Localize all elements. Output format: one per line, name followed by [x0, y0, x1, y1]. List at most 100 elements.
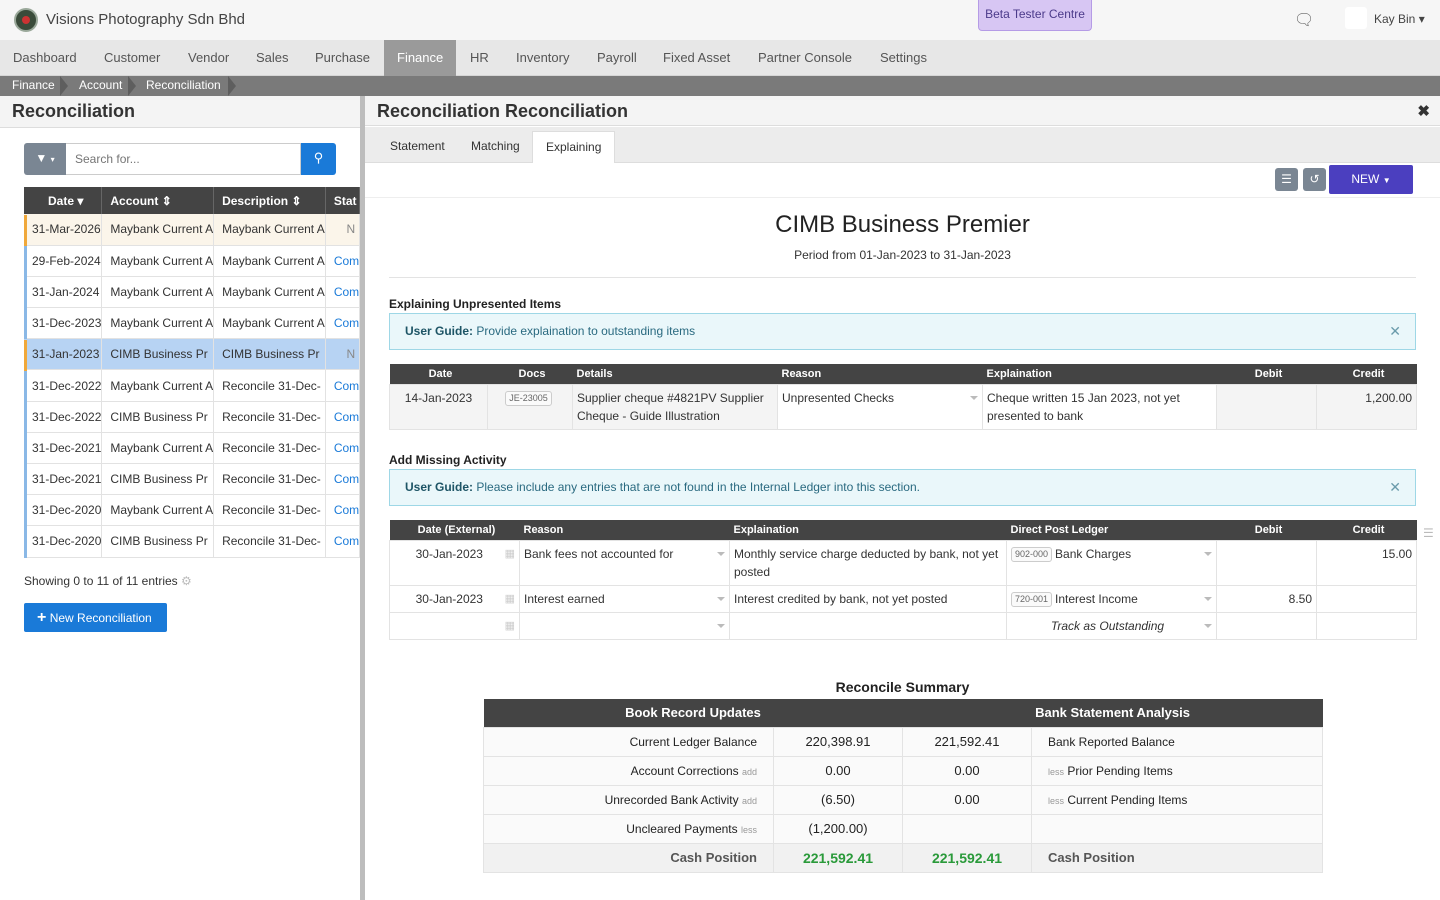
close-icon[interactable]: ✕ [1389, 479, 1401, 496]
bank-value: 0.00 [902, 755, 1032, 786]
drag-handle-icon[interactable]: ☰ [1423, 526, 1434, 540]
beta-tester-button[interactable]: Beta Tester Centre [978, 0, 1092, 31]
nav-vendor[interactable]: Vendor [175, 40, 242, 76]
table-row[interactable]: 31-Mar-2026 Maybank Current A Maybank Curr… [24, 214, 360, 246]
table-row[interactable]: 31-Dec-2022 CIMB Business Pr Reconcile 31-… [24, 401, 360, 433]
credit-field[interactable] [1316, 584, 1417, 613]
nav-inventory[interactable]: Inventory [503, 40, 582, 76]
nav-partner-console[interactable]: Partner Console [745, 40, 865, 76]
bank-label [1030, 813, 1324, 844]
cell-account: Maybank Current A [101, 494, 215, 527]
panel-title: Reconciliation [0, 96, 360, 128]
debit-field[interactable]: 8.50 [1216, 584, 1317, 613]
table-row[interactable]: 31-Dec-2020 Maybank Current A Reconcile 31… [24, 494, 360, 527]
nav-customer[interactable]: Customer [91, 40, 173, 76]
table-row[interactable]: 31-Dec-2022 Maybank Current A Reconcile 31… [24, 369, 360, 402]
date-field[interactable]: ▦ 30-Jan-2023 [389, 584, 520, 613]
chevron-down-icon [717, 551, 725, 556]
breadcrumb-finance[interactable]: Finance [12, 76, 55, 96]
period-text: Period from 01-Jan-2023 to 31-Jan-2023 [794, 248, 1011, 262]
nav-fixed-asset[interactable]: Fixed Asset [650, 40, 743, 76]
showing-text: Showing 0 to 11 of 11 entries [24, 574, 178, 588]
nav-hr[interactable]: HR [457, 40, 502, 76]
col-account[interactable]: Account ⇕ [101, 187, 215, 214]
col-status[interactable]: Stat [325, 187, 360, 214]
filter-button[interactable]: ▼ ▾ [24, 143, 66, 175]
table-row[interactable]: 29-Feb-2024 Maybank Current A Maybank Curr… [24, 245, 360, 277]
cell-status: Com [325, 463, 360, 496]
col-description[interactable]: Description ⇕ [213, 187, 326, 214]
bank-statement-header: Bank Statement Analysis [902, 699, 1323, 727]
cell-description: CIMB Business Pr [213, 338, 326, 371]
nav-payroll[interactable]: Payroll [584, 40, 650, 76]
explanation-field[interactable]: Monthly service charge deducted by bank,… [729, 539, 1007, 586]
nav-dashboard[interactable]: Dashboard [0, 40, 90, 76]
cell-status: N [325, 338, 360, 371]
close-icon[interactable]: ✕ [1389, 323, 1401, 340]
cell-account: Maybank Current A [101, 276, 215, 309]
cell-debit [1216, 383, 1317, 430]
divider [365, 197, 1440, 198]
settings-icon[interactable]: ⚙ [181, 574, 192, 588]
bank-value: 0.00 [902, 784, 1032, 815]
cell-account: Maybank Current A [101, 432, 215, 465]
table-row[interactable]: 31-Jan-2024 Maybank Current A Maybank Curr… [24, 276, 360, 309]
explanation-field[interactable] [729, 611, 1007, 640]
search-button[interactable]: ⚲ [301, 143, 336, 175]
doc-tag[interactable]: JE-23005 [505, 390, 552, 406]
reason-select[interactable]: Unpresented Checks [777, 383, 983, 430]
table-row-selected[interactable]: 31-Jan-2023 CIMB Business Pr CIMB Business… [24, 338, 360, 371]
breadcrumb: Finance Account Reconciliation [0, 76, 1440, 96]
tab-statement[interactable]: Statement [377, 131, 458, 163]
cell-account: CIMB Business Pr [101, 463, 215, 496]
search-input[interactable] [66, 143, 301, 175]
close-icon[interactable]: ✖ [1417, 102, 1430, 120]
date-field[interactable]: ▦ 30-Jan-2023 [389, 539, 520, 586]
nav-finance[interactable]: Finance [384, 40, 457, 76]
reason-select[interactable]: Interest earned [519, 584, 730, 613]
explanation-field[interactable]: Cheque written 15 Jan 2023, not yet pres… [982, 383, 1217, 430]
chat-icon[interactable]: 🗨 [1294, 10, 1314, 30]
summary-label: Unrecorded Bank Activity [604, 792, 739, 807]
table-row[interactable]: 31-Dec-2021 Maybank Current A Reconcile 31… [24, 432, 360, 465]
credit-field[interactable] [1316, 611, 1417, 640]
bank-note: less [1048, 766, 1065, 777]
guide-label: User Guide: [405, 324, 474, 338]
tab-explaining[interactable]: Explaining [532, 131, 616, 163]
nav-sales[interactable]: Sales [243, 40, 302, 76]
reason-select[interactable] [519, 611, 730, 640]
tab-matching[interactable]: Matching [458, 131, 533, 163]
breadcrumb-separator [60, 76, 68, 96]
ledger-select[interactable]: 902-000 Bank Charges [1006, 539, 1217, 586]
cell-status: Com [325, 245, 360, 277]
credit-field[interactable]: 15.00 [1316, 539, 1417, 586]
date-field[interactable]: ▦ [389, 611, 520, 640]
table-row[interactable]: 31-Dec-2021 CIMB Business Pr Reconcile 31-… [24, 463, 360, 496]
list-icon[interactable]: ☰ [1275, 168, 1298, 191]
search-icon: ⚲ [313, 150, 324, 165]
table-row[interactable]: 31-Dec-2023 Maybank Current A Maybank Curr… [24, 307, 360, 340]
ledger-select[interactable]: 720-001 Interest Income [1006, 584, 1217, 613]
breadcrumb-account[interactable]: Account [79, 76, 122, 96]
reason-select[interactable]: Bank fees not accounted for [519, 539, 730, 586]
user-menu[interactable]: Kay Bin ▾ [1374, 12, 1425, 26]
cell-date: 29-Feb-2024 [24, 245, 103, 277]
debit-field[interactable] [1216, 611, 1317, 640]
nav-purchase[interactable]: Purchase [302, 40, 383, 76]
table-row[interactable]: 31-Dec-2020 CIMB Business Pr Reconcile 31-… [24, 525, 360, 558]
avatar[interactable] [1345, 7, 1367, 29]
bank-value [902, 813, 1032, 844]
chevron-down-icon [1204, 623, 1212, 628]
col-credit: Credit [1316, 364, 1417, 384]
table-row-new: ▦ Track as Outstanding [389, 611, 1417, 640]
debit-field[interactable] [1216, 539, 1317, 586]
breadcrumb-reconciliation[interactable]: Reconciliation [146, 76, 221, 96]
nav-settings[interactable]: Settings [867, 40, 940, 76]
history-icon[interactable]: ↺ [1303, 168, 1326, 191]
new-button[interactable]: NEW ▼ [1329, 165, 1413, 194]
explanation-field[interactable]: Interest credited by bank, not yet poste… [729, 584, 1007, 613]
new-reconciliation-button[interactable]: + New Reconciliation [24, 603, 167, 632]
ledger-select[interactable]: Track as Outstanding [1006, 611, 1217, 640]
col-date[interactable]: Date ▾ [24, 187, 103, 214]
cell-account: Maybank Current A [101, 307, 215, 340]
